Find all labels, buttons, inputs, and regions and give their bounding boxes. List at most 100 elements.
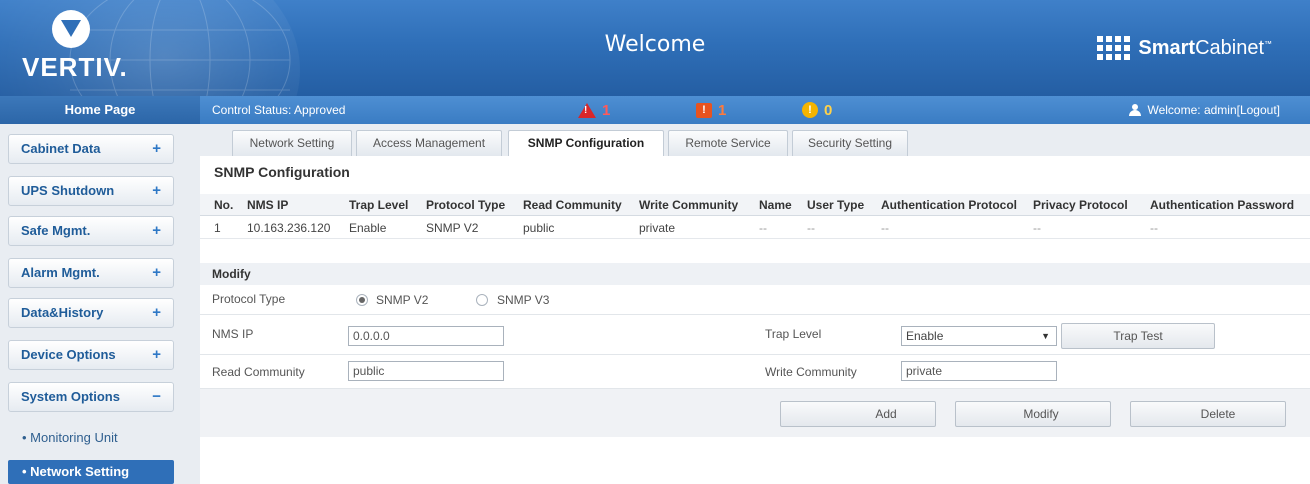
column-header: Write Community <box>639 198 739 212</box>
column-header: No. <box>214 198 234 212</box>
expand-icon: + <box>152 346 161 363</box>
sidebar-item-cabinet-data[interactable]: Cabinet Data + <box>8 134 174 164</box>
cell-nms-ip: 10.163.236.120 <box>247 221 331 235</box>
delete-button[interactable]: Delete <box>1130 401 1286 427</box>
sidebar-item-label: Cabinet Data <box>21 141 101 156</box>
sidebar-item-label: Data&History <box>21 305 104 320</box>
column-header: Read Community <box>523 198 622 212</box>
cell-auth-password: -- <box>1150 221 1158 235</box>
tab-remote-service[interactable]: Remote Service <box>668 130 788 156</box>
table-row[interactable]: 1 10.163.236.120 Enable SNMP V2 public p… <box>200 217 1310 239</box>
column-header: Name <box>759 198 792 212</box>
app-header: VERTIV. Welcome SmartCabinet™ <box>0 0 1310 96</box>
cell-trap-level: Enable <box>349 221 387 235</box>
home-page-link[interactable]: Home Page <box>0 96 200 124</box>
minor-alarm-count: 0 <box>824 101 833 119</box>
trap-level-label: Trap Level <box>765 327 822 341</box>
snmp-v2-radio[interactable] <box>356 294 368 306</box>
critical-alarm-count: 1 <box>602 101 611 119</box>
read-community-label: Read Community <box>212 365 305 379</box>
column-header: NMS IP <box>247 198 289 212</box>
modify-section-title: Modify <box>200 263 1310 285</box>
protocol-type-row: Protocol Type SNMP V2 SNMP V3 <box>200 285 1310 315</box>
sidebar-item-label: Device Options <box>21 347 116 362</box>
expand-icon: + <box>152 264 161 281</box>
sidebar-subitem-network-setting[interactable]: • Network Setting <box>8 460 174 484</box>
nms-ip-label: NMS IP <box>212 327 254 341</box>
delete-button-label: Delete <box>1200 407 1236 421</box>
sidebar-subitem-monitoring-unit[interactable]: • Monitoring Unit <box>8 426 174 450</box>
cell-read-community: public <box>523 221 555 235</box>
sidebar-item-label: System Options <box>21 389 120 404</box>
tab-snmp-configuration[interactable]: SNMP Configuration <box>508 130 664 157</box>
collapse-icon: − <box>152 388 161 405</box>
tab-bar: Network Setting Access Management SNMP C… <box>200 124 1310 157</box>
column-header: Privacy Protocol <box>1033 198 1128 212</box>
add-button[interactable]: Add <box>780 401 936 427</box>
major-alarm-icon: ! <box>696 102 712 118</box>
brand-rest-text: Cabinet <box>1195 36 1264 59</box>
section-title: SNMP Configuration <box>214 164 350 180</box>
brand-trademark: ™ <box>1264 38 1272 48</box>
cell-write-community: private <box>639 221 676 235</box>
snmp-v3-label[interactable]: SNMP V3 <box>497 289 549 311</box>
sidebar-item-data-history[interactable]: Data&History + <box>8 298 174 328</box>
minor-alarm-indicator[interactable]: ! 0 <box>802 96 832 124</box>
minor-alarm-icon: ! <box>802 102 818 118</box>
user-icon <box>1129 104 1142 116</box>
read-community-input[interactable] <box>348 361 504 381</box>
critical-alarm-indicator[interactable]: 1 <box>578 96 610 124</box>
snmp-v3-radio[interactable] <box>476 294 488 306</box>
modify-button[interactable]: Modify <box>955 401 1111 427</box>
control-status: Control Status: Approved <box>212 103 346 117</box>
column-header: Authentication Protocol <box>881 198 1017 212</box>
expand-icon: + <box>152 140 161 157</box>
snmp-v2-label[interactable]: SNMP V2 <box>376 289 428 311</box>
sidebar-item-system-options[interactable]: System Options − <box>8 382 174 412</box>
sidebar: Cabinet Data + UPS Shutdown + Safe Mgmt.… <box>0 124 200 484</box>
column-header: Authentication Password <box>1150 198 1295 212</box>
column-header: Trap Level <box>349 198 409 212</box>
write-community-label: Write Community <box>765 365 857 379</box>
cell-name: -- <box>759 221 767 235</box>
tab-access-management[interactable]: Access Management <box>356 130 502 156</box>
expand-icon: + <box>152 222 161 239</box>
cell-auth-protocol: -- <box>881 221 889 235</box>
tab-network-setting[interactable]: Network Setting <box>232 130 352 156</box>
smartcabinet-text: SmartCabinet™ <box>1138 37 1272 60</box>
sidebar-item-label: Alarm Mgmt. <box>21 265 100 280</box>
action-bar: Add Modify Delete <box>200 389 1310 437</box>
expand-icon: + <box>152 182 161 199</box>
welcome-logout[interactable]: Welcome: admin[Logout] <box>1129 96 1280 124</box>
smartcabinet-brand: SmartCabinet™ <box>1097 28 1272 68</box>
critical-alarm-icon <box>578 102 596 118</box>
sidebar-item-label: UPS Shutdown <box>21 183 115 198</box>
cell-no: 1 <box>214 221 221 235</box>
sidebar-item-device-options[interactable]: Device Options + <box>8 340 174 370</box>
dropdown-arrow-icon: ▼ <box>1041 331 1050 341</box>
cell-protocol-type: SNMP V2 <box>426 221 479 235</box>
sidebar-item-alarm-mgmt[interactable]: Alarm Mgmt. + <box>8 258 174 288</box>
status-bar: Home Page Control Status: Approved 1 ! 1… <box>0 96 1310 124</box>
write-community-input[interactable] <box>901 361 1057 381</box>
sidebar-item-safe-mgmt[interactable]: Safe Mgmt. + <box>8 216 174 246</box>
trap-level-select[interactable]: Enable ▼ <box>901 326 1057 346</box>
sidebar-item-ups-shutdown[interactable]: UPS Shutdown + <box>8 176 174 206</box>
expand-icon: + <box>152 304 161 321</box>
major-alarm-indicator[interactable]: ! 1 <box>696 96 726 124</box>
tab-security-setting[interactable]: Security Setting <box>792 130 908 156</box>
protocol-type-label: Protocol Type <box>212 292 286 306</box>
trap-test-button[interactable]: Trap Test <box>1061 323 1215 349</box>
main-content: SNMP Configuration No. NMS IP Trap Level… <box>200 156 1310 484</box>
nms-ip-row: NMS IP Trap Level Enable ▼ Trap Test <box>200 315 1310 355</box>
community-row: Read Community Write Community <box>200 355 1310 389</box>
cell-privacy-protocol: -- <box>1033 221 1041 235</box>
trap-level-value: Enable <box>906 329 944 343</box>
smartcabinet-grid-icon <box>1097 36 1131 60</box>
modify-button-label: Modify <box>1023 407 1059 421</box>
cell-user-type: -- <box>807 221 815 235</box>
column-header: Protocol Type <box>426 198 506 212</box>
major-alarm-count: 1 <box>718 101 727 119</box>
column-header: User Type <box>807 198 865 212</box>
nms-ip-input[interactable] <box>348 326 504 346</box>
